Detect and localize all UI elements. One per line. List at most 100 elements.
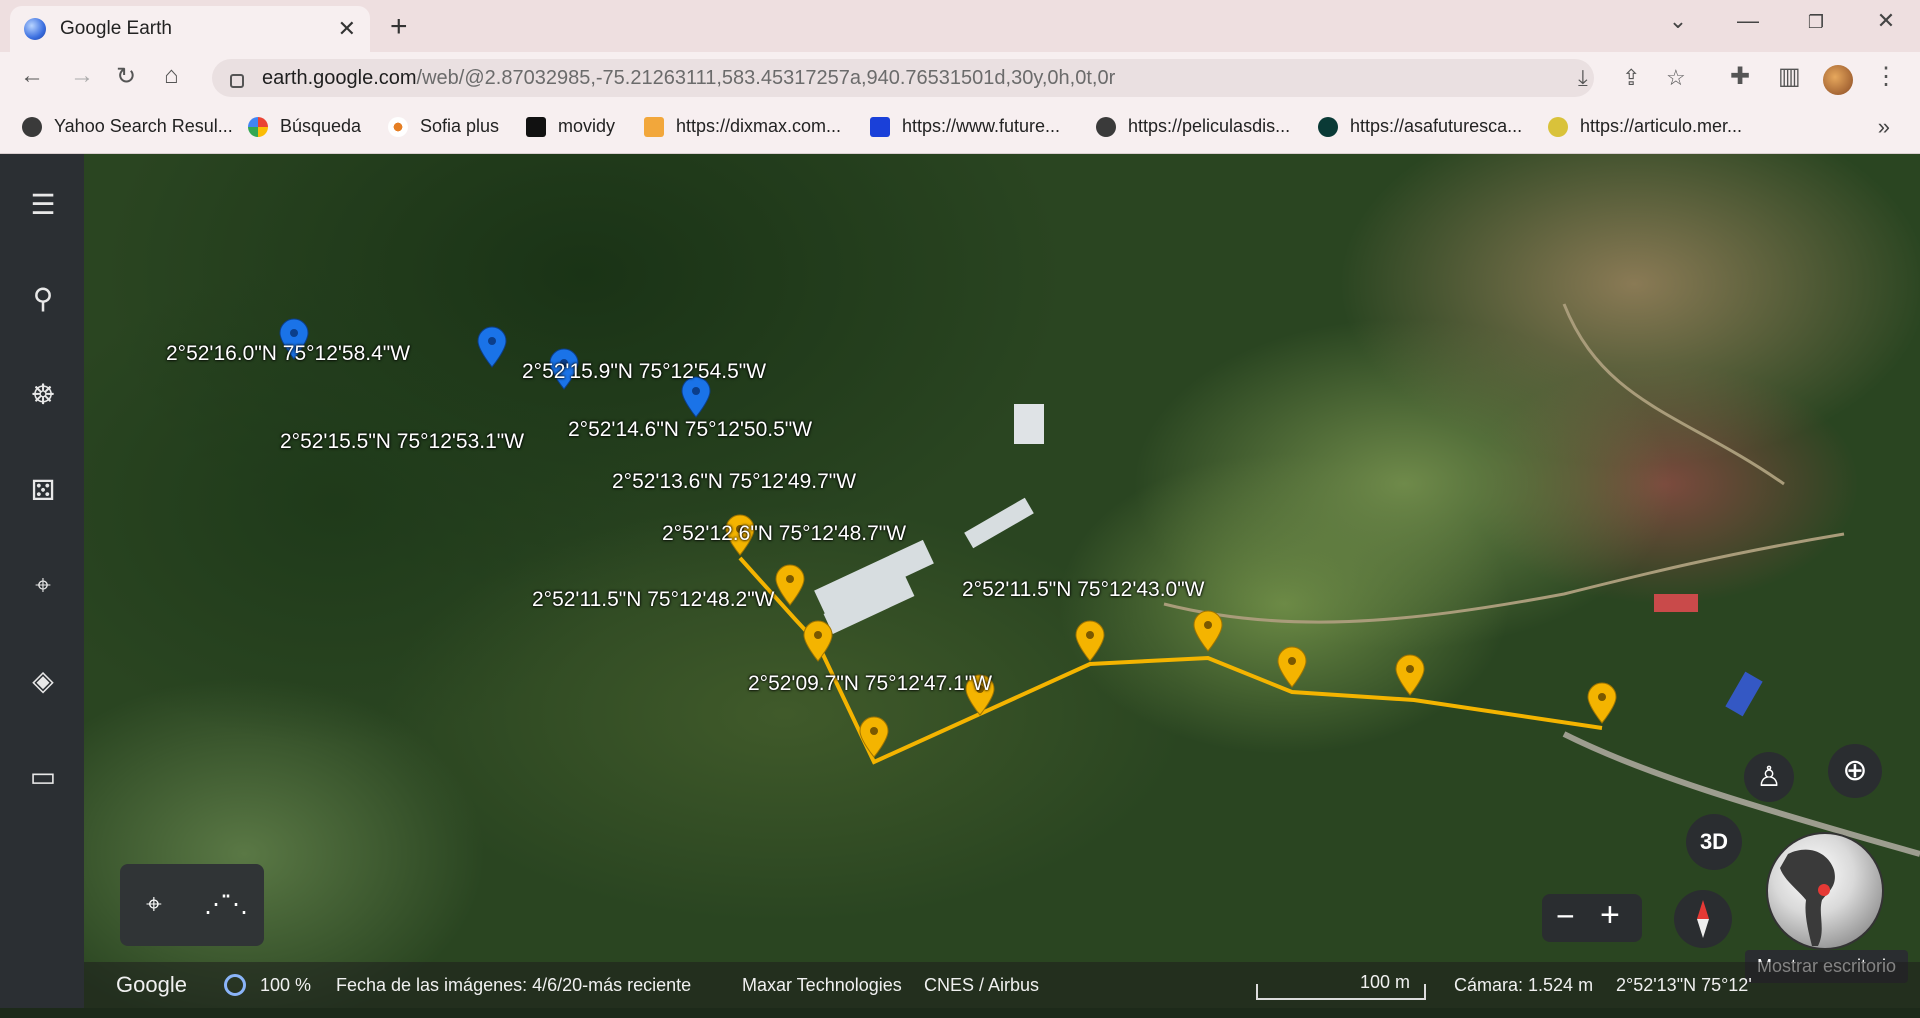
back-arrow-icon[interactable]: ← xyxy=(20,62,44,90)
bookmark-item[interactable]: https://asafuturesca... xyxy=(1318,116,1522,137)
placemark-label[interactable]: 2°52'12.6"N 75°12'48.7"W xyxy=(662,522,906,546)
google-g-icon xyxy=(248,116,268,137)
bookmark-star-icon[interactable]: ☆ xyxy=(1666,65,1686,91)
sofia-dots-icon xyxy=(388,116,408,137)
yellow-path-point-pin[interactable] xyxy=(1276,646,1308,688)
placemark-label[interactable]: 2°52'09.7"N 75°12'47.1"W xyxy=(748,672,992,696)
zoom-controls: − + xyxy=(1542,894,1642,942)
building xyxy=(964,497,1034,549)
cursor-coordinates: 2°52'13"N 75°12' xyxy=(1616,975,1752,995)
bookmark-item[interactable]: Búsqueda xyxy=(248,116,361,137)
bookmark-item[interactable]: Yahoo Search Resul... xyxy=(22,116,233,137)
placemark-label[interactable]: 2°52'15.9"N 75°12'54.5"W xyxy=(522,360,766,384)
url-path: /web/@2.87032985,-75.21263111,583.453172… xyxy=(416,66,1116,89)
yellow-path-point-pin[interactable] xyxy=(1394,654,1426,696)
tab-close-icon[interactable]: ✕ xyxy=(338,16,356,42)
restore-button[interactable]: ❐ xyxy=(1796,12,1836,33)
scale-label: 100 m xyxy=(1360,972,1411,992)
forward-arrow-icon[interactable]: → xyxy=(70,62,94,90)
satellite-map[interactable]: 2°52'16.0"N 75°12'58.4"W 2°52'15.9"N 75°… xyxy=(84,154,1920,1008)
share-icon[interactable]: ⇪ xyxy=(1622,65,1640,91)
status-bar: Google 100 % Fecha de las imágenes: 4/6/… xyxy=(84,962,1920,1008)
yellow-path-point-pin[interactable] xyxy=(774,564,806,606)
extensions-puzzle-icon[interactable]: ✚ xyxy=(1730,62,1750,91)
mercado-icon xyxy=(1548,116,1568,137)
my-location-icon[interactable]: ⊕ xyxy=(1828,744,1882,798)
yellow-path-point-pin[interactable] xyxy=(1074,620,1106,662)
google-logo: Google xyxy=(116,972,187,997)
browser-toolbar: ← → ↻ ⌂ earth.google.com/web/@2.87032985… xyxy=(0,52,1920,104)
yellow-path-point-pin[interactable] xyxy=(1192,610,1224,652)
yellow-path-point-pin[interactable] xyxy=(1586,682,1618,724)
blue-placemark-pin[interactable] xyxy=(476,326,508,368)
data-provider-maxar[interactable]: Maxar Technologies xyxy=(742,975,902,996)
loading-percent: 100 % xyxy=(260,975,312,995)
building xyxy=(1014,404,1044,444)
placemark-label[interactable]: 2°52'15.5"N 75°12'53.1"W xyxy=(280,430,524,454)
reload-icon[interactable]: ↻ xyxy=(116,62,136,91)
placemark-label[interactable]: 2°52'11.5"N 75°12'43.0"W xyxy=(962,578,1204,602)
pegman-icon[interactable]: ♙ xyxy=(1744,752,1794,802)
layers-icon[interactable]: ◈ xyxy=(24,662,62,700)
bookmark-item[interactable]: https://articulo.mer... xyxy=(1548,116,1742,137)
close-window-button[interactable]: ✕ xyxy=(1866,8,1906,34)
lock-icon[interactable] xyxy=(230,74,244,88)
compass-button[interactable] xyxy=(1674,890,1732,948)
bookmark-item[interactable]: https://dixmax.com... xyxy=(644,116,841,137)
bookmark-item[interactable]: movidy xyxy=(526,116,615,137)
mini-globe[interactable] xyxy=(1766,832,1884,950)
search-icon[interactable]: ⚲ xyxy=(24,280,62,318)
tab-title: Google Earth xyxy=(60,18,172,39)
camera-altitude: Cámara: 1.524 m xyxy=(1454,975,1594,995)
play-icon xyxy=(644,116,664,137)
placemark-label[interactable]: 2°52'13.6"N 75°12'49.7"W xyxy=(612,470,856,494)
view-3d-button[interactable]: 3D xyxy=(1686,814,1742,870)
voyager-icon[interactable]: ☸ xyxy=(24,376,62,414)
projects-pin-icon[interactable]: ⌖ xyxy=(24,566,62,604)
url-host: earth.google.com xyxy=(262,66,417,89)
add-placemark-icon[interactable]: ⌖ xyxy=(146,888,162,921)
profile-avatar[interactable] xyxy=(1823,65,1853,95)
imagery-date: Fecha de las imágenes: 4/6/20-más recien… xyxy=(336,975,692,995)
google-earth-favicon-icon xyxy=(24,18,46,40)
building xyxy=(1725,671,1763,717)
tab-search-chevron-icon[interactable]: ⌄ xyxy=(1658,8,1698,34)
data-provider-cnes[interactable]: CNES / Airbus xyxy=(924,975,1039,996)
zoom-in-button[interactable]: + xyxy=(1600,896,1620,935)
placemark-label[interactable]: 2°52'16.0"N 75°12'58.4"W xyxy=(166,342,410,366)
building xyxy=(1654,594,1698,612)
yellow-path-point-pin[interactable] xyxy=(802,620,834,662)
zoom-out-button[interactable]: − xyxy=(1556,898,1575,935)
globe-icon xyxy=(1096,116,1116,137)
placemark-label[interactable]: 2°52'14.6"N 75°12'50.5"W xyxy=(568,418,812,442)
home-icon[interactable]: ⌂ xyxy=(164,62,179,90)
fm-icon xyxy=(870,116,890,137)
earth-sidebar: ☰ ⚲ ☸ ⚄ ⌖ ◈ ▭ xyxy=(0,154,84,1008)
minimize-button[interactable]: — xyxy=(1728,8,1768,34)
bookmarks-more-button[interactable]: » xyxy=(1878,114,1890,140)
movidy-icon xyxy=(526,116,546,137)
random-dice-icon[interactable]: ⚄ xyxy=(24,472,62,510)
placemark-label[interactable]: 2°52'11.5"N 75°12'48.2"W xyxy=(532,588,774,612)
tab-google-earth[interactable]: Google Earth ✕ xyxy=(10,6,370,52)
more-menu-icon[interactable]: ⋮ xyxy=(1874,62,1898,91)
address-bar[interactable]: earth.google.com/web/@2.87032985,-75.212… xyxy=(212,59,1686,97)
draw-path-icon[interactable]: ⋰⋱ xyxy=(204,890,248,919)
bookmark-item[interactable]: Sofia plus xyxy=(388,116,499,137)
side-panel-icon[interactable]: ▥ xyxy=(1778,62,1801,91)
new-tab-button[interactable]: + xyxy=(390,10,408,44)
browser-titlebar: Google Earth ✕ + ⌄ — ❐ ✕ xyxy=(0,0,1920,52)
bookmarks-bar: Yahoo Search Resul... Búsqueda Sofia plu… xyxy=(0,104,1920,154)
menu-icon[interactable]: ☰ xyxy=(24,186,62,224)
loading-ring-icon xyxy=(224,974,246,996)
globe-icon xyxy=(22,116,42,137)
bookmark-item[interactable]: https://www.future... xyxy=(870,116,1060,137)
bookmark-item[interactable]: https://peliculasdis... xyxy=(1096,116,1290,137)
drawing-tools-panel: ⌖ ⋰⋱ xyxy=(120,864,264,946)
install-app-icon[interactable]: ⤓ xyxy=(1578,65,1588,91)
triangle-icon xyxy=(1318,116,1338,137)
ruler-icon[interactable]: ▭ xyxy=(24,758,62,796)
yellow-path-point-pin[interactable] xyxy=(858,716,890,758)
dirt-road xyxy=(1163,532,1845,624)
dirt-road xyxy=(1562,303,1785,486)
